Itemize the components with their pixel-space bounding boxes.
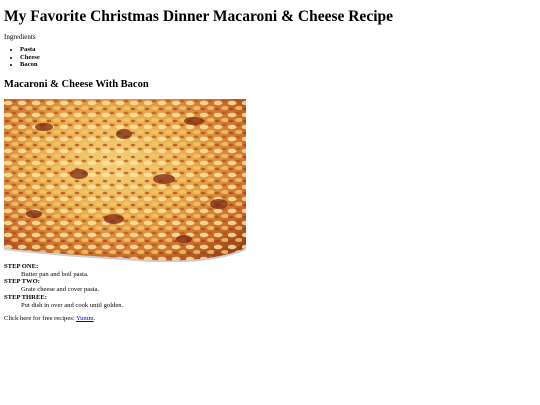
cta-suffix: . (93, 315, 96, 322)
recipe-heading: Macaroni & Cheese With Bacon (4, 79, 149, 90)
ingredient-item: Bacon (20, 61, 40, 69)
step-label: STEP ONE: (4, 263, 39, 270)
ingredients-label: Ingredients (4, 33, 36, 41)
recipe-steps: STEP ONE: Butter pan and boil pasta. STE… (4, 263, 123, 309)
ingredient-item: Cheese (20, 54, 40, 62)
step-text: Butter pan and boil pasta. (21, 270, 89, 278)
step-label: STEP TWO: (4, 278, 40, 286)
mac-and-cheese-photo (4, 99, 246, 262)
cta-prefix: Click here for free recipes: (4, 315, 77, 322)
step-text: Put dish in over and cook until golden. (21, 301, 124, 309)
page-title: My Favorite Christmas Dinner Macaroni & … (4, 8, 393, 25)
ingredient-item: Pasta (20, 46, 40, 54)
free-recipes-line: Click here for free recipes: Yumm. (4, 315, 95, 322)
step-label: STEP THREE: (4, 293, 47, 301)
yumm-link[interactable]: Yumm (76, 315, 94, 322)
ingredients-list: Pasta Cheese Bacon (4, 46, 40, 69)
step-text: Grate cheese and cover pasta. (21, 286, 100, 294)
